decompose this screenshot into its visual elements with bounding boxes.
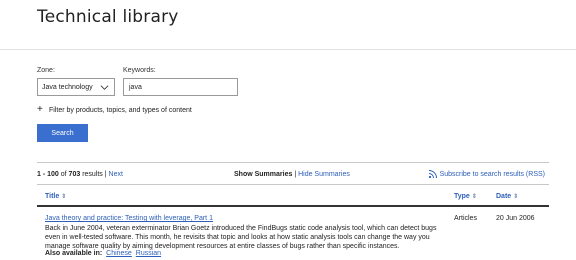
also-available-label: Also available in: bbox=[45, 250, 103, 257]
hide-summaries-link[interactable]: Hide Summaries bbox=[298, 171, 350, 178]
results-of: of bbox=[60, 171, 67, 178]
type-header-label: Type bbox=[454, 193, 470, 200]
sort-type-header[interactable]: Type ⇕ bbox=[454, 193, 477, 200]
next-link[interactable]: Next bbox=[109, 171, 123, 178]
filter-label: Filter by products, topics, and types of… bbox=[49, 106, 192, 114]
result-summary: Back in June 2004, veteran exterminator … bbox=[45, 225, 437, 250]
title-header-label: Title bbox=[45, 193, 60, 200]
show-summaries-label: Show Summaries bbox=[234, 171, 293, 178]
results-bar: 1 - 100 of 703 results | Next Show Summa… bbox=[37, 162, 549, 185]
sort-date-header[interactable]: Date ⇕ bbox=[496, 193, 518, 200]
language-link-russian[interactable]: Russian bbox=[136, 250, 161, 257]
summary-separator: | bbox=[294, 171, 297, 178]
chevron-down-icon bbox=[100, 85, 109, 90]
zone-select-value: Java technology bbox=[42, 84, 93, 91]
date-header-label: Date bbox=[496, 193, 512, 200]
summary-toggle: Show Summaries | Hide Summaries bbox=[234, 171, 350, 178]
language-link-chinese[interactable]: Chinese bbox=[106, 250, 132, 257]
table-row: Java theory and practice: Testing with l… bbox=[37, 207, 549, 260]
filter-toggle[interactable]: + Filter by products, topics, and types … bbox=[37, 105, 192, 115]
rss-subscribe-link[interactable]: Subscribe to search results (RSS) bbox=[428, 169, 545, 179]
results-table-header: Title ⇕ Type ⇕ Date ⇕ bbox=[37, 185, 549, 207]
keywords-input-value: java bbox=[129, 84, 142, 91]
plus-icon: + bbox=[37, 104, 43, 115]
keywords-input[interactable]: java bbox=[123, 78, 238, 96]
page-header: Technical library bbox=[0, 0, 576, 50]
results-range: 1 - 100 bbox=[37, 171, 59, 178]
search-button[interactable]: Search bbox=[37, 124, 88, 142]
page-title: Technical library bbox=[37, 7, 179, 27]
also-available: Also available in: Chinese Russian bbox=[45, 250, 161, 257]
rss-icon bbox=[428, 170, 437, 179]
zone-label: Zone: bbox=[37, 67, 55, 74]
zone-select[interactable]: Java technology bbox=[37, 78, 115, 96]
sort-title-header[interactable]: Title ⇕ bbox=[45, 193, 66, 200]
keywords-label: Keywords: bbox=[123, 67, 156, 74]
result-title-link[interactable]: Java theory and practice: Testing with l… bbox=[45, 215, 213, 222]
result-date: 20 Jun 2006 bbox=[496, 215, 535, 222]
sort-icon: ⇕ bbox=[471, 194, 477, 200]
sort-icon: ⇕ bbox=[61, 194, 67, 200]
results-total: 703 bbox=[68, 171, 81, 178]
result-type: Articles bbox=[454, 215, 477, 222]
rss-label: Subscribe to search results (RSS) bbox=[439, 170, 545, 178]
sort-icon: ⇕ bbox=[513, 194, 519, 200]
results-count: 1 - 100 of 703 results | Next bbox=[37, 171, 123, 178]
results-text: results | bbox=[82, 171, 107, 178]
